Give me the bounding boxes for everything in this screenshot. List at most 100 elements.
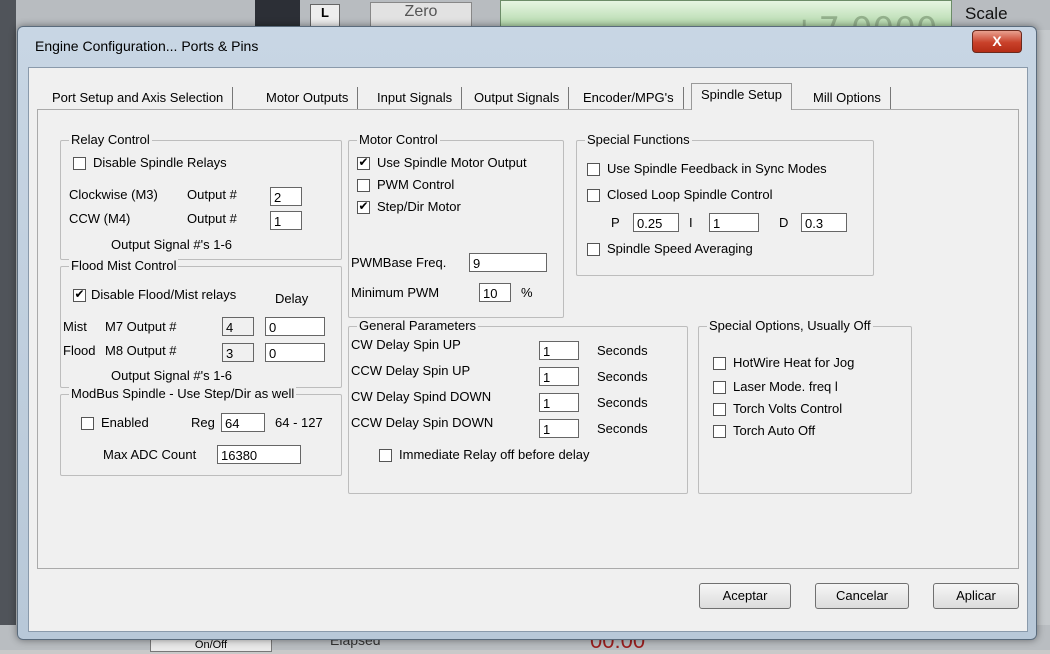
cw-spin-down-label: CW Delay Spind DOWN (351, 389, 492, 404)
pwm-base-label: PWMBase Freq. (351, 255, 447, 270)
step-dir-checkbox[interactable]: ✔ (357, 199, 370, 214)
ccw-output-input[interactable]: 1 (270, 211, 302, 230)
special-functions-title: Special Functions (585, 132, 692, 147)
bg-left-strip (0, 0, 16, 650)
cw-output-input[interactable]: 2 (270, 187, 302, 206)
hotwire-heat-checkbox[interactable] (713, 357, 726, 370)
hotwire-heat-label: HotWire Heat for Jog (733, 355, 855, 370)
laser-mode-label: Laser Mode. freq l (733, 379, 838, 394)
disable-spindle-relays-label: Disable Spindle Relays (93, 155, 227, 170)
reg-label: Reg (191, 415, 215, 430)
speed-averaging-checkbox[interactable] (587, 243, 600, 256)
cw-output-label: Output # (187, 187, 237, 202)
cw-spin-up-label: CW Delay Spin UP (351, 337, 461, 352)
tab-output-signals[interactable]: Output Signals (465, 87, 570, 109)
closed-loop-checkbox[interactable] (587, 189, 600, 202)
general-parameters-group: General Parameters CW Delay Spin UP 1 Se… (348, 318, 688, 494)
spindle-feedback-label: Use Spindle Feedback in Sync Modes (607, 161, 827, 176)
ccw-spin-down-unit: Seconds (597, 421, 648, 436)
relay-control-group: Relay Control Disable Spindle Relays Clo… (60, 132, 342, 260)
speed-averaging-label: Spindle Speed Averaging (607, 241, 753, 256)
d-label: D (779, 215, 789, 230)
flood-output-label: M8 Output # (105, 343, 177, 358)
general-parameters-title: General Parameters (357, 318, 479, 333)
closed-loop-label: Closed Loop Spindle Control (607, 187, 773, 202)
ccw-spin-up-label: CCW Delay Spin UP (351, 363, 471, 378)
checkmark-icon: ✔ (358, 199, 369, 213)
tab-encoder-mpg[interactable]: Encoder/MPG's (574, 87, 684, 109)
bg-l-button[interactable]: L (310, 4, 340, 28)
ccw-spin-down-label: CCW Delay Spin DOWN (351, 415, 494, 430)
use-spindle-motor-label: Use Spindle Motor Output (377, 155, 527, 170)
torch-auto-off-label: Torch Auto Off (733, 423, 816, 438)
checkmark-icon: ✔ (358, 155, 369, 169)
accept-button[interactable]: Aceptar (699, 583, 791, 609)
tab-port-setup[interactable]: Port Setup and Axis Selection (43, 87, 234, 109)
mist-delay-input[interactable]: 0 (265, 317, 325, 336)
tab-spindle-setup[interactable]: Spindle Setup (691, 83, 792, 110)
relay-output-note: Output Signal #'s 1-6 (111, 237, 232, 252)
motor-control-group: Motor Control ✔ Use Spindle Motor Output… (348, 132, 564, 318)
cw-label: Clockwise (M3) (69, 187, 158, 202)
disable-flood-mist-checkbox[interactable]: ✔ (73, 287, 86, 302)
ccw-spin-down-input[interactable]: 1 (539, 419, 579, 438)
ccw-spin-up-input[interactable]: 1 (539, 367, 579, 386)
max-adc-input[interactable]: 16380 (217, 445, 301, 464)
relay-control-title: Relay Control (69, 132, 152, 147)
pwm-control-label: PWM Control (377, 177, 455, 192)
special-options-title: Special Options, Usually Off (707, 318, 873, 333)
tab-mill-options[interactable]: Mill Options (804, 87, 891, 109)
laser-mode-checkbox[interactable] (713, 381, 726, 394)
modbus-enabled-label: Enabled (101, 415, 149, 430)
p-input[interactable]: 0.25 (633, 213, 679, 232)
mist-label: Mist (63, 319, 87, 334)
pwm-base-input[interactable]: 9 (469, 253, 547, 272)
min-pwm-input[interactable]: 10 (479, 283, 511, 302)
flood-delay-input[interactable]: 0 (265, 343, 325, 362)
dialog-client: Port Setup and Axis Selection Motor Outp… (28, 67, 1028, 632)
cw-spin-up-unit: Seconds (597, 343, 648, 358)
config-dialog: Engine Configuration... Ports & Pins X P… (17, 26, 1037, 640)
flood-label: Flood (63, 343, 96, 358)
flood-output-input[interactable]: 3 (222, 343, 254, 362)
tab-motor-outputs[interactable]: Motor Outputs (257, 87, 359, 109)
disable-spindle-relays-checkbox[interactable] (73, 157, 86, 170)
reg-input[interactable]: 64 (221, 413, 265, 432)
d-input[interactable]: 0.3 (801, 213, 847, 232)
use-spindle-motor-checkbox[interactable]: ✔ (357, 155, 370, 170)
close-button[interactable]: X (972, 30, 1022, 53)
modbus-title: ModBus Spindle - Use Step/Dir as well (69, 386, 297, 401)
i-label: I (689, 215, 693, 230)
special-options-group: Special Options, Usually Off HotWire Hea… (698, 318, 912, 494)
mist-output-label: M7 Output # (105, 319, 177, 334)
cw-spin-down-input[interactable]: 1 (539, 393, 579, 412)
modbus-enabled-checkbox[interactable] (81, 417, 94, 430)
tab-page-spindle-setup: Relay Control Disable Spindle Relays Clo… (37, 109, 1019, 569)
immediate-relay-off-checkbox[interactable] (379, 449, 392, 462)
torch-auto-off-checkbox[interactable] (713, 425, 726, 438)
immediate-relay-off-label: Immediate Relay off before delay (399, 447, 590, 462)
mist-output-input[interactable]: 4 (222, 317, 254, 336)
flood-mist-group: Flood Mist Control ✔ Disable Flood/Mist … (60, 258, 342, 388)
torch-volts-label: Torch Volts Control (733, 401, 843, 416)
i-input[interactable]: 1 (709, 213, 759, 232)
close-icon: X (992, 33, 1002, 49)
window-title: Engine Configuration... Ports & Pins (35, 38, 259, 54)
cw-spin-down-unit: Seconds (597, 395, 648, 410)
tab-input-signals[interactable]: Input Signals (368, 87, 463, 109)
max-adc-label: Max ADC Count (103, 447, 197, 462)
apply-button[interactable]: Aplicar (933, 583, 1019, 609)
ccw-output-label: Output # (187, 211, 237, 226)
flood-mist-title: Flood Mist Control (69, 258, 179, 273)
min-pwm-label: Minimum PWM (351, 285, 440, 300)
p-label: P (611, 215, 620, 230)
motor-control-title: Motor Control (357, 132, 440, 147)
cw-spin-up-input[interactable]: 1 (539, 341, 579, 360)
torch-volts-checkbox[interactable] (713, 403, 726, 416)
pwm-control-checkbox[interactable] (357, 179, 370, 192)
cancel-button[interactable]: Cancelar (815, 583, 909, 609)
disable-flood-mist-label: Disable Flood/Mist relays (91, 287, 237, 302)
spindle-feedback-checkbox[interactable] (587, 163, 600, 176)
title-bar[interactable]: Engine Configuration... Ports & Pins X (18, 27, 1036, 67)
ccw-spin-up-unit: Seconds (597, 369, 648, 384)
